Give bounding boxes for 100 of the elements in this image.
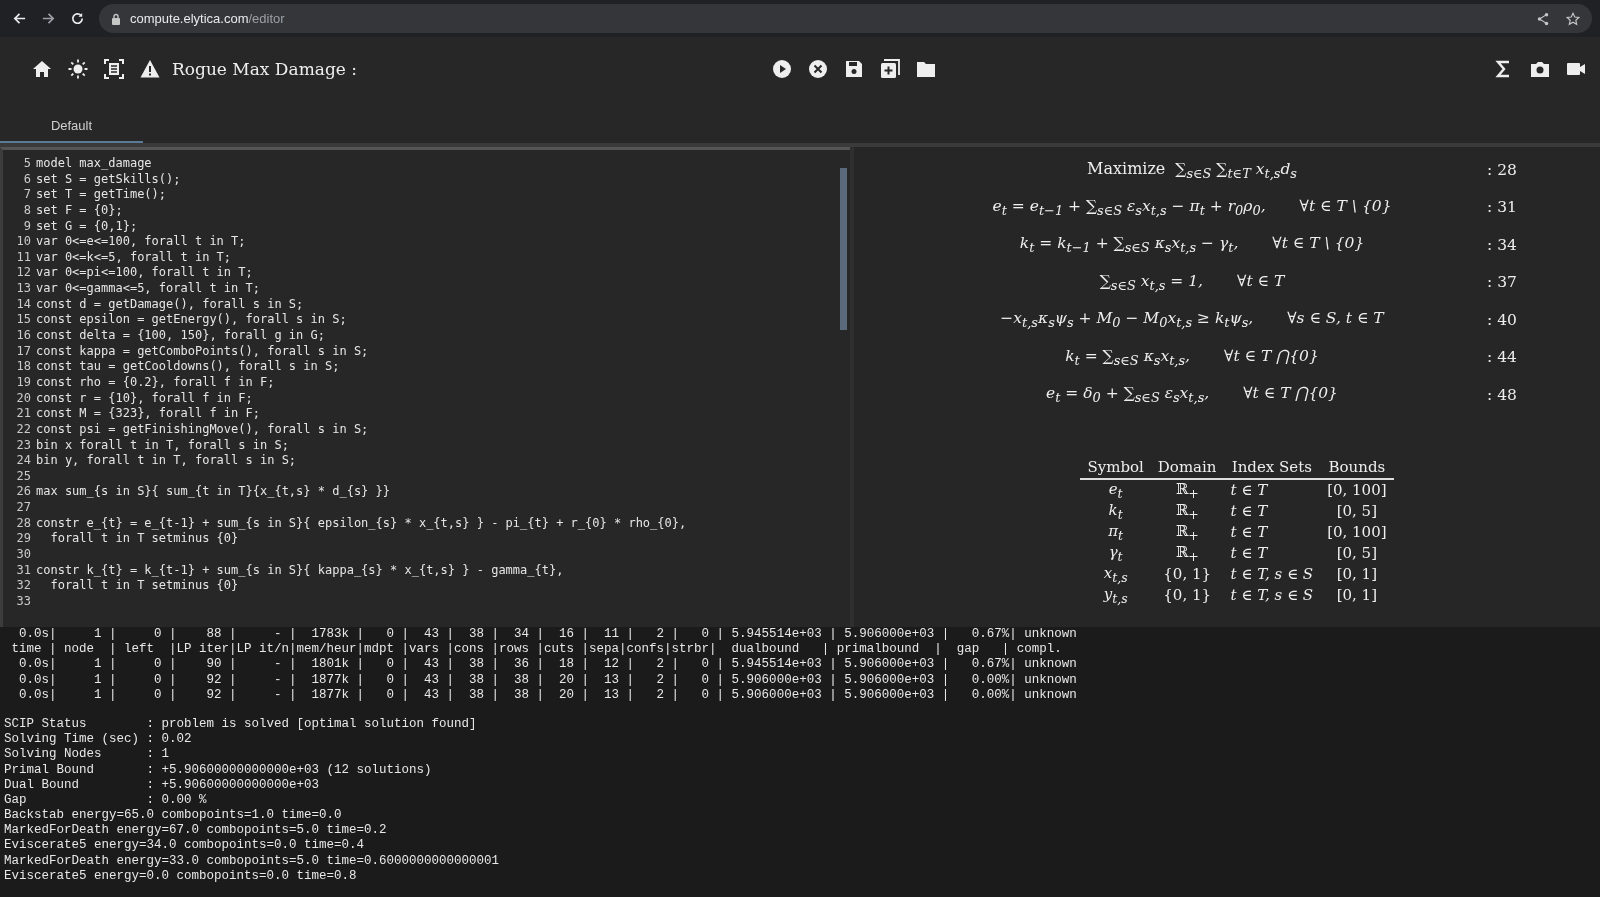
url-path: /editor <box>248 11 285 26</box>
table-cell-text: {0, 1} <box>1162 564 1213 585</box>
line-number: 7 <box>22 187 31 203</box>
column-header: Index Sets <box>1223 455 1321 479</box>
folder-icon[interactable] <box>916 59 936 79</box>
table-cell-text: y$_{t,s}$ <box>1102 584 1129 606</box>
project-title: Rogue Max Damage : <box>172 59 357 79</box>
formula: e$_{t}$ = δ$_{0}$ + ∑$_{s∈S}$ ε$_{s}$x$_{t,s}$, <box>1046 384 1210 406</box>
line-reference: : 28 <box>1487 160 1518 179</box>
line-number: 17 <box>15 343 31 360</box>
close-icon[interactable] <box>808 59 828 79</box>
line-reference: : 48 <box>1487 385 1518 404</box>
document-frame-icon[interactable] <box>104 59 124 79</box>
console-line: 0.0s| 1 | 0 | 88 | - | 1783k | 0 | 43 | 38 | 34 | 16 | 11 | 2 | 0 | 5.945514e+03 | 5.906000e+03 | 0.67%| unknown <box>18 627 1078 643</box>
code-editor[interactable] <box>0 147 850 627</box>
line-number: 10 <box>15 234 31 250</box>
line-number: 28 <box>15 515 31 532</box>
code-line: const tau = getCooldowns(), forall s in S; <box>36 359 340 375</box>
formula: k$_{t}$ = k$_{t−1}$ + ∑$_{s∈S}$ κ$_{s}$x$_{t,s}$ − γ$_{t}$, <box>1019 234 1239 256</box>
share-icon[interactable] <box>1536 11 1550 26</box>
console-line: MarkedForDeath energy=33.0 combopoints=5.0 time=0.6000000000000001 <box>4 853 501 869</box>
code-line: constr k_{t} = k_{t-1} + sum_{s in S}{ kappa_{s} * x_{t,s} } - gamma_{t}, <box>36 562 564 579</box>
line-number: 11 <box>15 249 31 266</box>
console-line: Backstab energy=65.0 combopoints=1.0 time=0.0 <box>4 808 343 824</box>
code-line: var 0<=gamma<=5, forall t in T; <box>36 281 260 297</box>
table-cell-text: t ∈ T, s ∈ S <box>1229 564 1315 585</box>
table-cell-text: t ∈ T <box>1229 522 1269 543</box>
line-reference: : 37 <box>1487 273 1518 292</box>
column-header: Domain <box>1150 455 1224 479</box>
code-line: const psi = getFinishingMove(), forall s in S; <box>36 421 369 438</box>
table-cell-text: γ$_{t}$ <box>1107 542 1124 564</box>
reload-icon[interactable] <box>70 11 85 26</box>
line-number: 12 <box>15 265 31 282</box>
table-cell-text: [0, 1] <box>1335 585 1378 606</box>
line-number: 19 <box>15 374 31 391</box>
code-line: bin y, forall t in T, forall s in S; <box>36 453 297 469</box>
code-line: set G = {0,1}; <box>36 218 138 235</box>
table-cell-text: t ∈ T <box>1229 543 1269 564</box>
formula-condition: ∀t ∈ T ⋂{0} <box>1243 384 1338 403</box>
console-line: Dual Bound : +5.90600000000000e+03 <box>4 777 321 793</box>
line-number: 25 <box>15 468 31 485</box>
formula: e$_{t}$ = e$_{t−1}$ + ∑$_{s∈S}$ ε$_{s}$x$_{t,s}$ − π$_{t}$ + r$_{0}$ρ$_{0}$, <box>992 196 1266 218</box>
table-cell-text: ℝ$_{+}$ <box>1174 500 1200 522</box>
bookmark-star-icon[interactable] <box>1566 11 1580 26</box>
home-icon[interactable] <box>32 59 52 79</box>
console-line: Eviscerate5 energy=0.0 combopoints=0.0 time=0.8 <box>4 868 358 884</box>
add-box-icon[interactable] <box>880 59 900 79</box>
line-reference: : 31 <box>1487 198 1518 217</box>
line-number: 32 <box>15 578 31 594</box>
code-line: var 0<=pi<=100, forall t in T; <box>36 265 253 282</box>
formula-condition: ∀s ∈ S, t ∈ T <box>1287 309 1384 328</box>
code-line: const rho = {0.2}, forall f in F; <box>36 374 275 391</box>
column-header: Bounds <box>1320 455 1394 479</box>
table-cell-text: [0, 1] <box>1335 564 1378 585</box>
console-line: Solving Nodes : 1 <box>4 747 171 763</box>
address-bar[interactable]: compute.elytica.com/editor <box>99 4 1592 33</box>
back-icon[interactable] <box>12 11 27 26</box>
line-reference: : 44 <box>1487 348 1518 367</box>
code-line: max sum_{s in S}{ sum_{t in T}{x_{t,s} * d_{s} }} <box>36 484 390 501</box>
scrollbar-thumb[interactable] <box>840 168 847 330</box>
brightness-icon[interactable] <box>68 59 88 79</box>
code-line: const M = {323}, forall f in F; <box>36 406 260 422</box>
code-line: const epsilon = getEnergy(), forall s in S; <box>36 312 347 329</box>
formula: ∑$_{s∈S}$ ∑$_{t∈T}$ x$_{t,s}$d$_{s}$ <box>1175 159 1297 181</box>
line-reference: : 34 <box>1487 235 1518 254</box>
line-number: 31 <box>15 562 31 579</box>
forward-icon[interactable] <box>41 11 56 26</box>
line-number: 13 <box>15 281 31 297</box>
lock-icon <box>111 12 121 25</box>
table-cell-text: π$_{t}$ <box>1107 521 1125 543</box>
code-line: set F = {0}; <box>36 202 123 219</box>
line-number: 16 <box>15 328 31 344</box>
camera-icon[interactable] <box>1530 59 1550 79</box>
console-line: Primal Bound : +5.90600000000000e+03 (12 solutions) <box>4 762 433 778</box>
play-icon[interactable] <box>772 59 792 79</box>
line-number: 15 <box>15 312 31 329</box>
code-line: const r = {10}, forall f in F; <box>36 390 253 407</box>
console-line: Solving Time (sec) : 0.02 <box>4 732 193 748</box>
warning-icon[interactable] <box>140 59 160 79</box>
line-number: 24 <box>15 453 31 469</box>
table-cell: [0, 100] <box>1320 478 1394 501</box>
table-cell-text: [0, 5] <box>1335 501 1378 522</box>
formula: −x$_{t,s}$κ$_{s}$ψ$_{s}$ + M$_{0}$ − M$_{0}$x$_{t,s}$ ≥ k$_{t}$ψ$_{s}$, <box>1000 309 1254 331</box>
table-cell-text: k$_{t}$ <box>1107 500 1124 522</box>
code-line: forall t in T setminus {0} <box>49 531 239 547</box>
formula-label: Maximize <box>1087 158 1166 178</box>
table-cell-text: t ∈ T, s ∈ S <box>1229 585 1315 606</box>
line-number: 5 <box>22 156 31 172</box>
tab[interactable]: Default <box>0 101 143 143</box>
table-cell-text: [0, 100] <box>1326 522 1388 543</box>
line-number: 26 <box>15 484 31 501</box>
save-icon[interactable] <box>844 59 864 79</box>
console-line: 0.0s| 1 | 0 | 92 | - | 1877k | 0 | 43 | 38 | 38 | 20 | 13 | 2 | 0 | 5.906000e+03 | 5.906000e+03 | 0.00%| unknown <box>18 687 1078 703</box>
formula: k$_{t}$ = ∑$_{s∈S}$ κ$_{s}$x$_{t,s}$, <box>1065 346 1191 368</box>
formula-condition: ∀t ∈ T \ {0} <box>1272 234 1365 253</box>
line-number: 9 <box>22 218 31 235</box>
line-number: 29 <box>15 531 31 547</box>
table-cell-text: ℝ$_{+}$ <box>1174 521 1200 543</box>
line-number: 8 <box>22 202 31 219</box>
console-line: Eviscerate5 energy=34.0 combopoints=0.0 time=0.4 <box>4 838 366 854</box>
